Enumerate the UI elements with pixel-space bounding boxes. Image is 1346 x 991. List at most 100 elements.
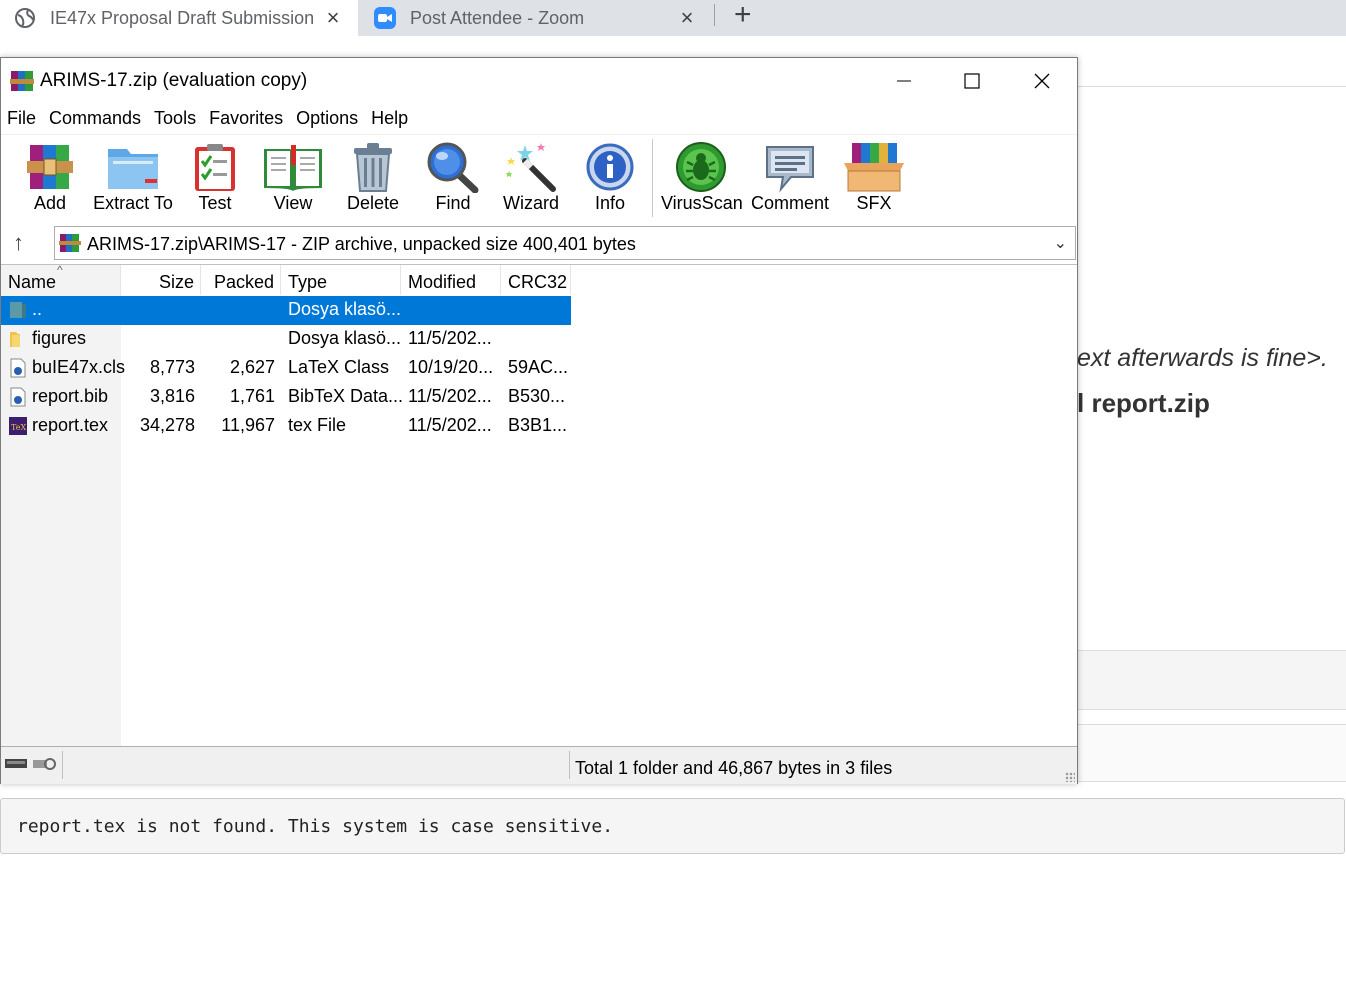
column-label: Type: [288, 272, 328, 292]
add-archive-icon: [27, 145, 73, 189]
window-title: ARIMS-17.zip (evaluation copy): [40, 70, 308, 91]
status-divider: [62, 751, 63, 779]
column-label: CRC32: [508, 272, 568, 292]
toolbar-label: SFX: [856, 193, 892, 213]
error-message-box: report.tex is not found. This system is …: [0, 798, 1345, 854]
close-tab-icon[interactable]: ×: [320, 5, 346, 31]
find-button[interactable]: Find: [425, 137, 481, 221]
file-type: LaTeX Class: [288, 357, 390, 377]
menu-file[interactable]: File: [1, 104, 43, 132]
column-label: Name: [8, 272, 57, 292]
file-modified: 11/5/202...: [408, 328, 492, 348]
tab-proposal[interactable]: IE47x Proposal Draft Submission ×: [0, 0, 358, 36]
file-name: report.bib: [32, 386, 109, 406]
status-divider: [569, 751, 570, 779]
folder-icon: [10, 332, 20, 347]
file-row-figures[interactable]: figures Dosya klasö... 11/5/202...: [1, 325, 571, 354]
comment-button[interactable]: Comment: [749, 137, 831, 221]
menu-tools[interactable]: Tools: [148, 104, 203, 132]
close-tab-icon[interactable]: ×: [674, 5, 700, 31]
toolbar-label: VirusScan: [661, 193, 743, 213]
column-header-crc32[interactable]: CRC32: [501, 265, 571, 295]
status-text: Total 1 folder and 46,867 bytes in 3 fil…: [575, 758, 893, 778]
toolbar-label: Add: [33, 193, 67, 213]
magic-wand-icon: [506, 143, 556, 192]
menu-options[interactable]: Options: [290, 104, 365, 132]
view-button[interactable]: View: [261, 137, 325, 221]
up-arrow-icon[interactable]: ↑: [13, 230, 24, 256]
file-name: ..: [32, 299, 43, 319]
file-row-parent[interactable]: .. Dosya klasö...: [1, 296, 571, 325]
file-crc: 59AC...: [508, 357, 569, 377]
menu-favorites[interactable]: Favorites: [203, 104, 290, 132]
new-tab-button[interactable]: +: [734, 0, 752, 32]
close-button[interactable]: [1007, 58, 1077, 104]
drive-icon[interactable]: [5, 757, 57, 771]
title-bar[interactable]: ARIMS-17.zip (evaluation copy): [1, 58, 1077, 104]
extract-folder-icon: [108, 149, 158, 189]
magnifier-icon: [427, 142, 479, 193]
delete-button[interactable]: Delete: [343, 137, 403, 221]
address-row: ↑ ARIMS-17.zip\ARIMS-17 - ZIP archive, u…: [1, 226, 1077, 262]
page-filename-text: l report.zip: [1077, 388, 1210, 418]
status-bar: Total 1 folder and 46,867 bytes in 3 fil…: [1, 746, 1077, 784]
column-header-modified[interactable]: Modified: [401, 265, 501, 295]
file-row-bib[interactable]: report.bib 3,816 1,761 BibTeX Data... 11…: [1, 383, 571, 412]
minimize-icon: [897, 80, 911, 82]
test-button[interactable]: Test: [187, 137, 243, 221]
column-header-name[interactable]: Name ^: [1, 263, 121, 295]
column-header-size[interactable]: Size: [121, 265, 201, 295]
add-button[interactable]: Add: [19, 137, 81, 221]
column-header-type[interactable]: Type: [281, 265, 401, 295]
page-instruction-text: ext afterwards is fine>.: [1077, 344, 1328, 372]
toolbar-label: Extract To: [93, 193, 173, 213]
menu-commands[interactable]: Commands: [43, 104, 148, 132]
column-header-packed[interactable]: Packed: [201, 265, 281, 295]
file-type: Dosya klasö...: [288, 328, 402, 348]
file-row-tex[interactable]: TeX report.tex 34,278 11,967 tex File 11…: [1, 412, 571, 441]
winrar-window: ARIMS-17.zip (evaluation copy) File Comm…: [0, 57, 1078, 784]
archive-icon: [59, 234, 81, 252]
wizard-button[interactable]: Wizard: [501, 137, 561, 221]
file-modified: 10/19/20...: [408, 357, 494, 377]
winrar-app-icon: [10, 71, 34, 91]
maximize-icon: [964, 73, 980, 89]
resize-grip[interactable]: [1065, 772, 1075, 782]
file-modified: 11/5/202...: [408, 386, 492, 406]
error-message-text: report.tex is not found. This system is …: [17, 816, 614, 837]
toolbar: Add Extract To Test View Delete Find Wiz…: [1, 134, 1077, 225]
path-text: ARIMS-17.zip\ARIMS-17 - ZIP archive, unp…: [87, 234, 636, 254]
file-size: 8,773: [149, 357, 195, 377]
menu-help[interactable]: Help: [365, 104, 415, 132]
document-icon: [10, 387, 26, 407]
sfx-box-icon: [844, 143, 904, 192]
tab-separator: [714, 4, 715, 26]
file-type: BibTeX Data...: [288, 386, 404, 406]
parent-folder-icon: [10, 302, 26, 318]
column-label: Modified: [408, 272, 477, 292]
minimize-button[interactable]: [869, 58, 939, 104]
info-button[interactable]: Info: [583, 137, 637, 221]
file-packed: 2,627: [229, 357, 275, 377]
chevron-down-icon[interactable]: ⌄: [1054, 233, 1067, 253]
menu-bar: File Commands Tools Favorites Options He…: [1, 104, 1077, 132]
maximize-button[interactable]: [937, 58, 1007, 104]
test-checklist-icon: [195, 144, 235, 191]
page-panel: [1077, 650, 1346, 710]
tab-zoom[interactable]: Post Attendee - Zoom ×: [360, 0, 712, 36]
zoom-icon: [374, 7, 396, 29]
extract-to-button[interactable]: Extract To: [93, 137, 173, 221]
file-row-cls[interactable]: buIE47x.cls 8,773 2,627 LaTeX Class 10/1…: [1, 354, 571, 383]
virusscan-button[interactable]: VirusScan: [661, 137, 743, 221]
tex-file-icon: TeX: [9, 417, 27, 435]
column-label: Packed: [213, 272, 274, 292]
file-name: figures: [32, 328, 87, 348]
sfx-button[interactable]: SFX: [841, 137, 907, 221]
virus-scan-icon: [676, 142, 726, 192]
path-combobox[interactable]: ARIMS-17.zip\ARIMS-17 - ZIP archive, unp…: [54, 226, 1076, 260]
trash-icon: [354, 143, 392, 192]
toolbar-separator: [652, 139, 653, 217]
view-book-icon: [264, 145, 322, 191]
toolbar-label: Test: [198, 193, 232, 213]
column-label: Size: [158, 272, 194, 292]
